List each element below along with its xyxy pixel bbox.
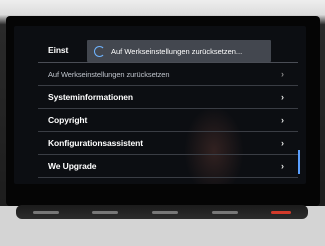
- menu-item-factory-reset[interactable]: Auf Werkseinstellungen zurücksetzen ›: [38, 63, 298, 86]
- chevron-right-icon: ›: [281, 69, 284, 79]
- menu-item-config-assistant[interactable]: Konfigurationsassistent ›: [38, 132, 298, 155]
- menu-item-copyright[interactable]: Copyright ›: [38, 109, 298, 132]
- loading-spinner-icon: [94, 45, 105, 57]
- menu-item-label: Copyright: [48, 115, 88, 125]
- chevron-right-icon: ›: [281, 138, 284, 148]
- hazard-button[interactable]: [271, 210, 292, 214]
- scrollbar[interactable]: [298, 150, 300, 174]
- popup-message: Auf Werkseinstellungen zurücksetzen...: [111, 46, 243, 56]
- menu-header-label: Einst: [48, 44, 69, 55]
- touch-button[interactable]: [211, 210, 238, 214]
- menu-item-label: Auf Werkseinstellungen zurücksetzen: [48, 69, 170, 79]
- touch-button[interactable]: [151, 210, 178, 214]
- chevron-right-icon: ›: [281, 92, 284, 102]
- menu-item-system-info[interactable]: Systeminformationen ›: [38, 86, 298, 109]
- touch-slider-left[interactable]: [32, 210, 59, 214]
- chevron-right-icon: ›: [281, 115, 284, 125]
- menu-item-label: Konfigurationsassistent: [48, 138, 143, 148]
- menu-item-label: We Upgrade: [48, 161, 97, 171]
- menu-item-label: Systeminformationen: [48, 92, 134, 102]
- climate-touch-bar: [16, 205, 308, 219]
- touch-button[interactable]: [92, 210, 119, 214]
- menu-item-we-upgrade[interactable]: We Upgrade ›: [38, 155, 298, 178]
- chevron-right-icon: ›: [281, 161, 284, 171]
- reset-progress-popup: Auf Werkseinstellungen zurücksetzen...: [87, 40, 271, 62]
